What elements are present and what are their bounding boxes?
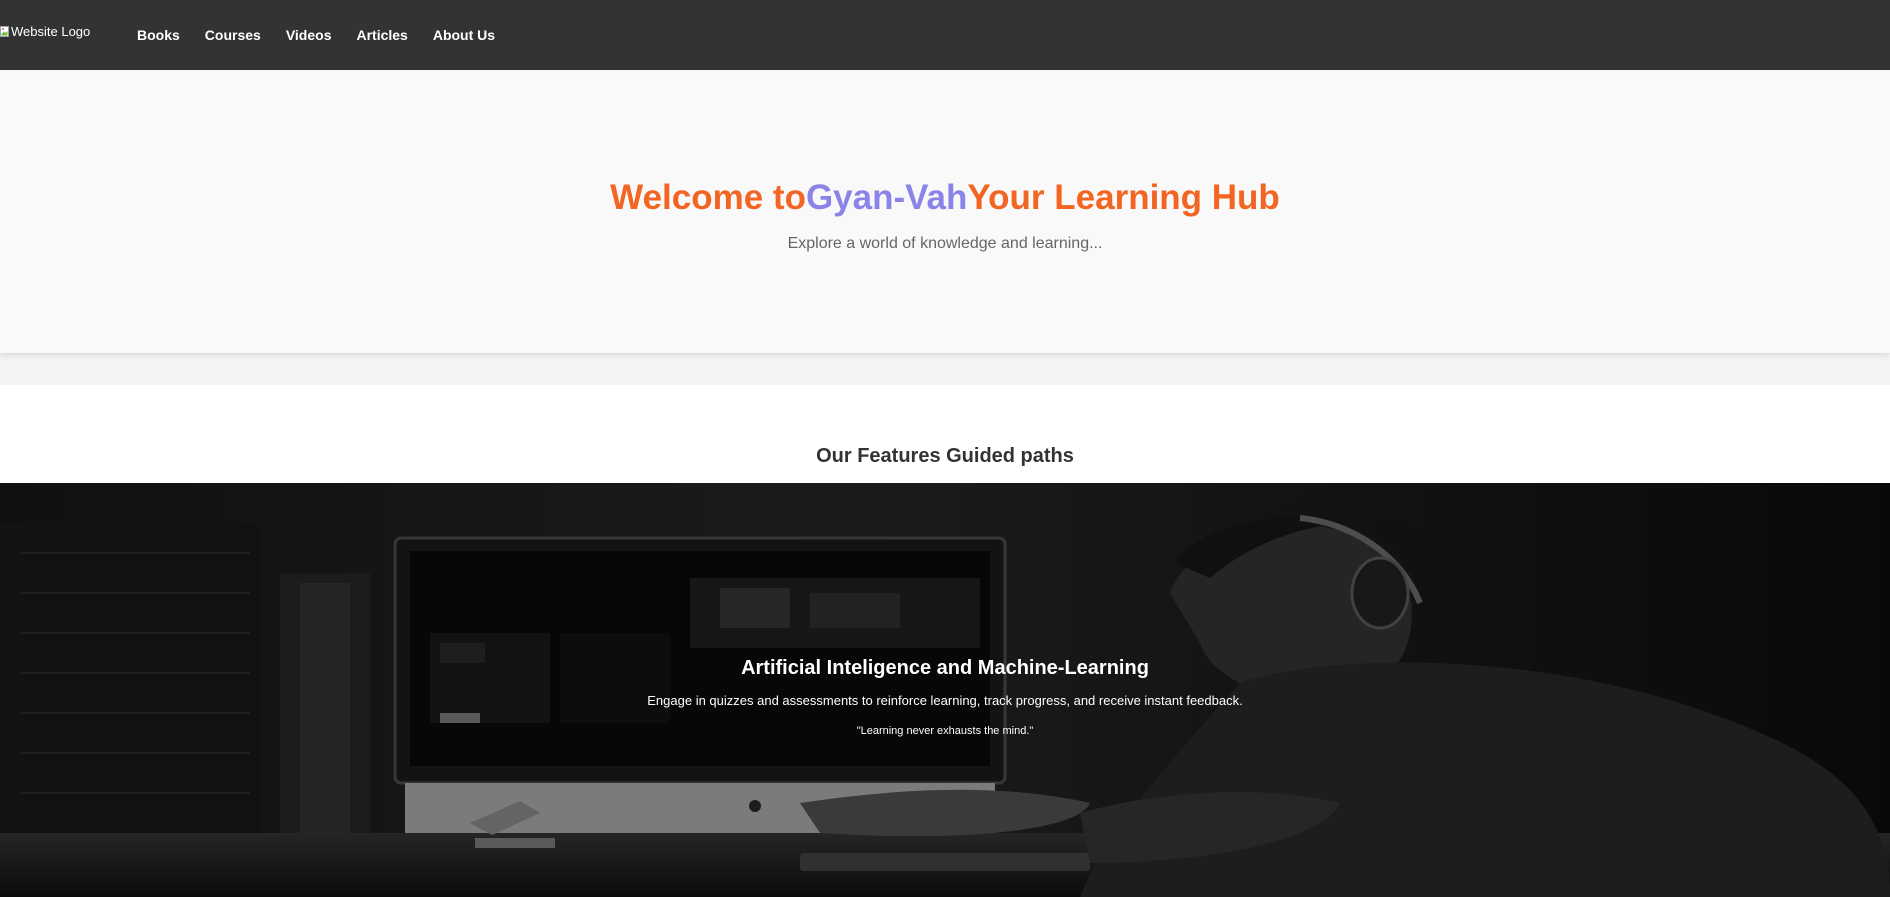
nav-link-articles[interactable]: Articles [356, 27, 407, 43]
hero-title-brand: Gyan-Vah [805, 178, 968, 217]
hero-title-tagline: Your Learning Hub [967, 178, 1280, 217]
navbar: Website Logo Books Courses Videos Articl… [0, 0, 1890, 70]
features-title: Our Features Guided paths [816, 445, 1074, 467]
banner-background-image [0, 483, 1890, 897]
feature-banner: Artificial Inteligence and Machine-Learn… [0, 483, 1890, 897]
hero-section: Welcome toGyan-VahYour Learning Hub Expl… [0, 70, 1890, 353]
nav-links: Books Courses Videos Articles About Us [137, 0, 520, 70]
nav-link-books[interactable]: Books [137, 27, 180, 43]
broken-image-icon [0, 25, 10, 38]
hero-title-welcome: Welcome to [610, 178, 806, 217]
banner-quote: "Learning never exhausts the mind." [856, 725, 1034, 737]
nav-link-about-us[interactable]: About Us [433, 27, 495, 43]
banner-title: Artificial Inteligence and Machine-Learn… [741, 657, 1149, 679]
website-logo-alt-text: Website Logo [11, 24, 91, 39]
nav-link-courses[interactable]: Courses [205, 27, 261, 43]
nav-link-videos[interactable]: Videos [286, 27, 332, 43]
hero-title: Welcome toGyan-VahYour Learning Hub [0, 178, 1890, 218]
banner-description: Engage in quizzes and assessments to rei… [647, 693, 1243, 708]
features-section: Our Features Guided paths [0, 385, 1890, 483]
hero-subtitle: Explore a world of knowledge and learnin… [787, 235, 1103, 252]
website-logo[interactable]: Website Logo [0, 24, 90, 39]
